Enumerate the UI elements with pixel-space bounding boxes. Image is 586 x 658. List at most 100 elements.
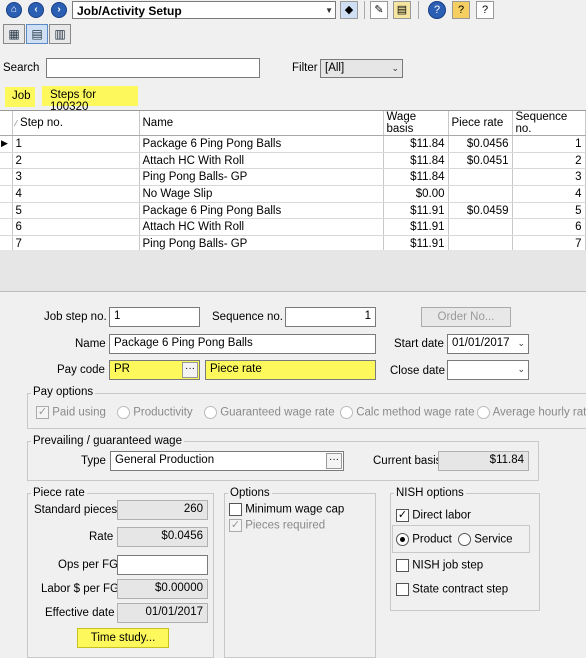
back-icon[interactable]: ‹	[28, 2, 44, 18]
options-title: Options	[228, 487, 272, 499]
grid-header-row: ⁄ Step no. Name Wage basis Piece rate Se…	[0, 111, 586, 136]
sequence-label: Sequence no.	[212, 311, 283, 323]
direct-labor-checkbox[interactable]: ✓ Direct labor	[396, 509, 471, 522]
cell-piece: $0.0456	[448, 135, 513, 153]
filter-select[interactable]: [All] ⌄	[320, 59, 403, 78]
cell-wage: $0.00	[383, 185, 449, 203]
productivity-radio[interactable]: Productivity	[117, 406, 193, 419]
row-selector[interactable]	[0, 185, 13, 203]
cell-name: Package 6 Ping Pong Balls	[139, 135, 384, 153]
form-view-icon[interactable]: ▥	[49, 24, 71, 44]
row-selector[interactable]: ▶	[0, 135, 13, 153]
nish-job-step-checkbox[interactable]: NISH job step	[396, 559, 483, 572]
cell-piece	[448, 168, 513, 187]
cell-wage: $11.91	[383, 218, 449, 237]
product-radio[interactable]: Product	[396, 533, 452, 546]
home-icon[interactable]: ⌂	[6, 2, 22, 18]
row-selector[interactable]	[0, 168, 13, 187]
pay-code-value: PR	[114, 363, 130, 375]
column-header-piece[interactable]: Piece rate	[448, 111, 513, 136]
product-label: Product	[412, 533, 452, 546]
cell-step: 3	[12, 168, 140, 187]
open-folder-icon[interactable]: ?	[452, 1, 470, 19]
forward-icon[interactable]: ›	[51, 2, 67, 18]
cell-step: 4	[12, 185, 140, 203]
toolbar-separator	[364, 1, 365, 19]
radio-icon	[477, 406, 490, 419]
state-contract-label: State contract step	[412, 583, 509, 596]
close-date-label: Close date	[390, 365, 445, 377]
column-header-name[interactable]: Name	[139, 111, 384, 136]
calc-method-radio[interactable]: Calc method wage rate	[340, 406, 474, 419]
pay-code-field[interactable]: PR ···	[109, 360, 200, 380]
table-row[interactable]: ▶ 1 Package 6 Ping Pong Balls $11.84 $0.0456…	[0, 135, 586, 153]
labor-per-fg-label: Labor $ per FG	[41, 583, 119, 595]
current-basis-label: Current basis	[373, 455, 442, 467]
table-row[interactable]: 4 No Wage Slip $0.00 4	[0, 185, 586, 203]
lookup-icon[interactable]: ···	[326, 453, 342, 469]
row-selector[interactable]	[0, 152, 13, 170]
order-no-button[interactable]: Order No...	[421, 307, 511, 327]
table-row[interactable]: 3 Ping Pong Balls- GP $11.84 3	[0, 168, 586, 187]
service-radio[interactable]: Service	[458, 533, 513, 546]
cell-piece	[448, 185, 513, 203]
report-icon[interactable]: ✎	[370, 1, 388, 19]
sequence-field[interactable]: 1	[285, 307, 376, 327]
checkbox-icon: ✓	[36, 406, 49, 419]
paid-using-label: Paid using	[52, 406, 106, 419]
table-row[interactable]: 2 Attach HC With Roll $11.84 $0.0451 2	[0, 152, 586, 170]
rate-field: $0.0456	[117, 527, 208, 547]
name-field[interactable]: Package 6 Ping Pong Balls	[109, 334, 376, 354]
split-view-icon[interactable]: ▤	[26, 24, 48, 44]
tag-icon[interactable]: ◆	[340, 1, 358, 19]
service-label: Service	[474, 533, 513, 546]
chevron-down-icon[interactable]: ⌄	[517, 364, 525, 375]
cell-step: 1	[12, 135, 140, 153]
sort-icon: ⁄	[15, 119, 17, 128]
breadcrumb-steps[interactable]: Steps for 100320	[42, 86, 138, 113]
cell-piece	[448, 218, 513, 237]
table-row[interactable]: 5 Package 6 Ping Pong Balls $11.91 $0.0459 5	[0, 202, 586, 220]
grid-view-icon[interactable]: ▦	[3, 24, 25, 44]
start-date-field[interactable]: 01/01/2017 ⌄	[447, 334, 529, 354]
paid-using-checkbox[interactable]: ✓ Paid using	[36, 406, 106, 419]
name-label: Name	[75, 338, 106, 350]
column-header-wage[interactable]: Wage basis	[383, 111, 449, 136]
row-selector[interactable]	[0, 218, 13, 237]
row-selector[interactable]	[0, 202, 13, 220]
chevron-down-icon[interactable]: ⌄	[517, 338, 525, 349]
breadcrumb-job[interactable]: Job	[5, 87, 35, 107]
time-study-button[interactable]: Time study...	[77, 628, 169, 648]
close-date-field[interactable]: ⌄	[447, 360, 529, 380]
pieces-required-checkbox[interactable]: ✓ Pieces required	[229, 519, 325, 532]
folder-icon[interactable]: ▤	[393, 1, 411, 19]
steps-grid: ⁄ Step no. Name Wage basis Piece rate Se…	[0, 110, 586, 253]
ops-per-fg-field[interactable]	[117, 555, 208, 575]
table-row[interactable]: 6 Attach HC With Roll $11.91 6	[0, 218, 586, 237]
cell-name: Ping Pong Balls- GP	[139, 168, 384, 187]
cell-wage: $11.84	[383, 168, 449, 187]
info-icon[interactable]: ?	[476, 1, 494, 19]
guaranteed-wage-radio[interactable]: Guaranteed wage rate	[204, 406, 335, 419]
start-date-label: Start date	[394, 338, 444, 350]
radio-icon	[117, 406, 130, 419]
column-header-sequence[interactable]: Sequence no.	[512, 111, 586, 136]
state-contract-checkbox[interactable]: State contract step	[396, 583, 508, 596]
checkbox-icon	[396, 583, 409, 596]
pay-options-title: Pay options	[31, 386, 96, 398]
minimum-wage-cap-checkbox[interactable]: Minimum wage cap	[229, 503, 344, 516]
checkbox-icon: ✓	[396, 509, 409, 522]
average-hourly-radio[interactable]: Average hourly rate	[477, 406, 586, 419]
lookup-icon[interactable]: ···	[182, 362, 198, 378]
piece-rate-title: Piece rate	[31, 487, 87, 499]
radio-icon	[458, 533, 471, 546]
row-selector-header	[0, 111, 13, 136]
effective-date-field: 01/01/2017	[117, 603, 208, 623]
help-icon[interactable]: ?	[428, 1, 446, 19]
job-step-label: Job step no.	[44, 311, 107, 323]
job-step-field[interactable]: 1	[109, 307, 200, 327]
column-header-step[interactable]: ⁄ Step no.	[12, 111, 140, 136]
type-field[interactable]: General Production ···	[110, 451, 344, 471]
search-input[interactable]	[46, 58, 260, 78]
window-title-select[interactable]: Job/Activity Setup ▼	[72, 1, 336, 19]
